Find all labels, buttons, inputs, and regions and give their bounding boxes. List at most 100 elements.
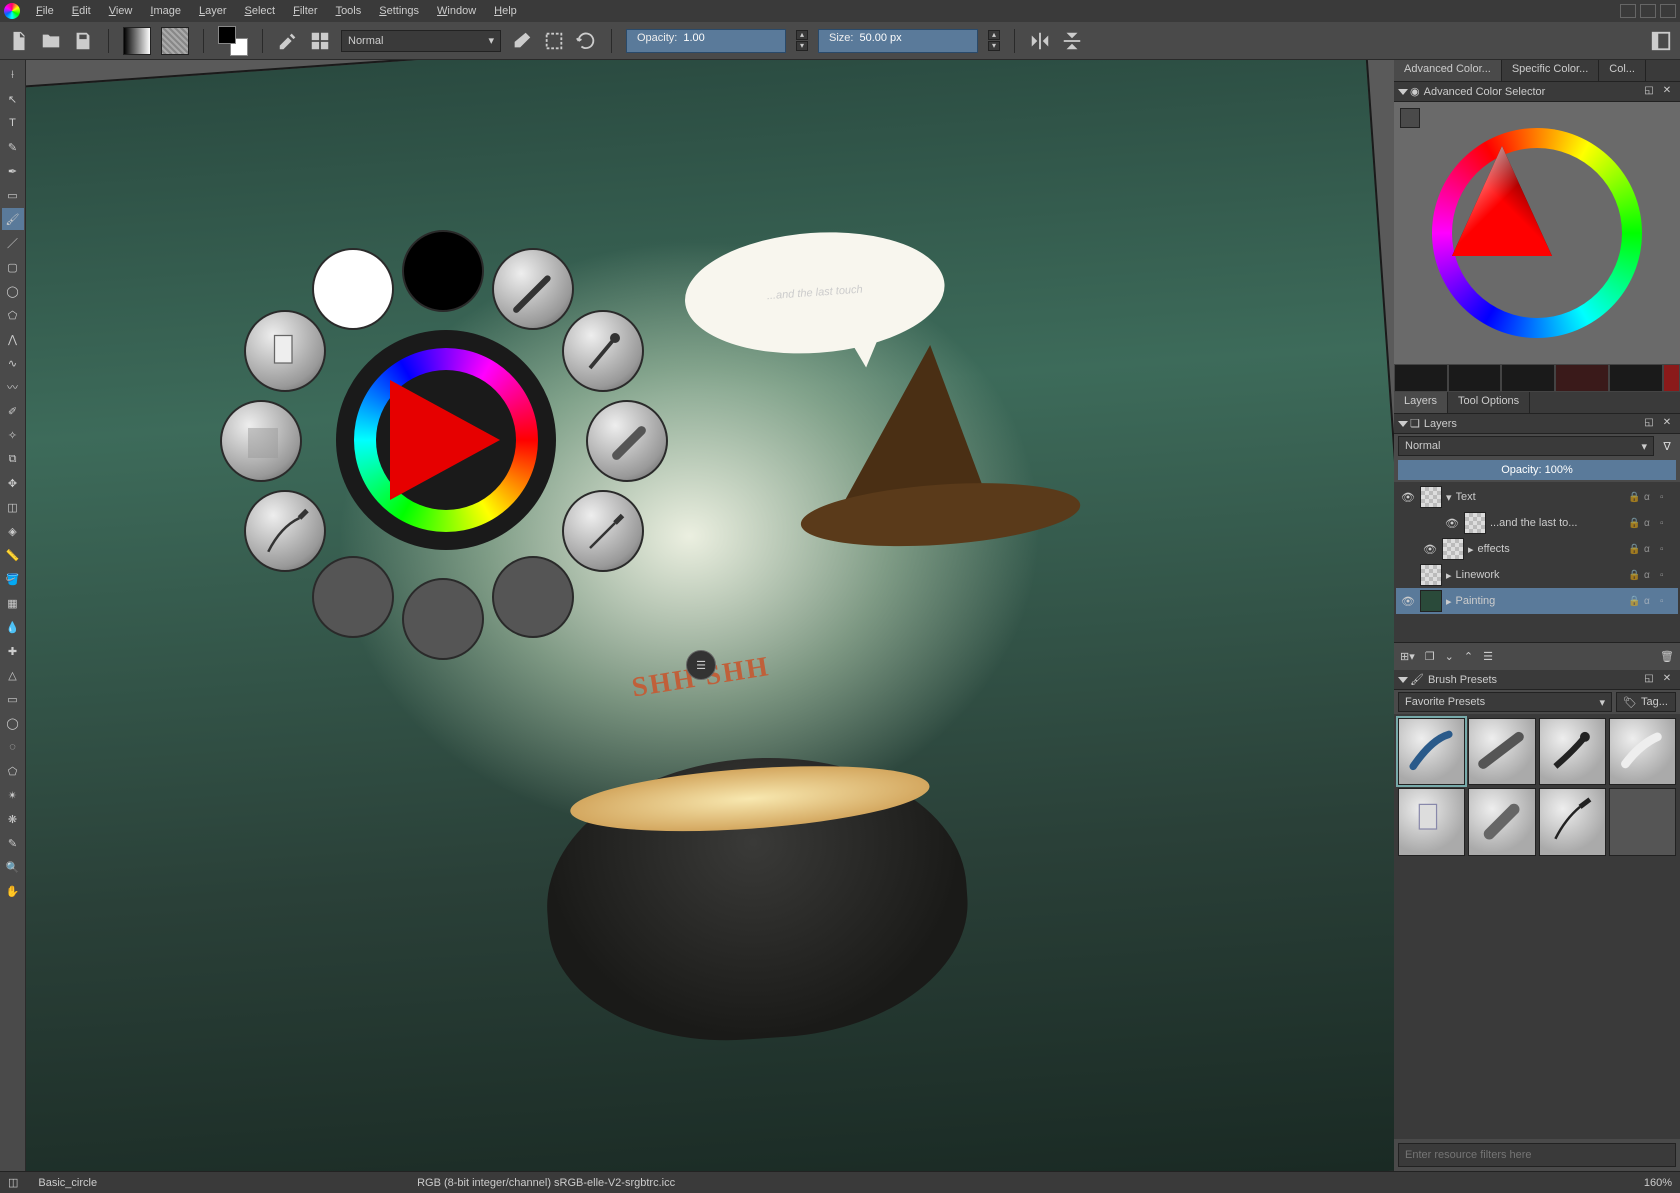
window-close-icon[interactable]: [1660, 4, 1676, 18]
popup-brush-slot-10[interactable]: [244, 310, 326, 392]
brush-presets-grid-icon[interactable]: [309, 30, 331, 52]
free-transform-tool[interactable]: ◫: [2, 496, 24, 518]
brush-preset[interactable]: [1398, 788, 1465, 855]
contiguous-select-tool[interactable]: ✴: [2, 784, 24, 806]
pattern-preset-icon[interactable]: [161, 27, 189, 55]
text-tool[interactable]: T: [2, 112, 24, 134]
popup-brush-slot-4[interactable]: [562, 490, 644, 572]
opacity-slider[interactable]: Opacity: 1.00: [626, 29, 786, 53]
mirror-vertical-icon[interactable]: [1061, 30, 1083, 52]
visibility-icon[interactable]: 👁: [1400, 489, 1416, 505]
popup-brush-slot-0[interactable]: [402, 230, 484, 312]
menu-tools[interactable]: Tools: [328, 3, 370, 19]
layer-row[interactable]: 👁 ▸ Painting 🔒α▫: [1396, 588, 1678, 614]
color-swatches[interactable]: [218, 26, 248, 56]
group-expand-icon[interactable]: ▸: [1446, 595, 1452, 608]
layer-name[interactable]: effects: [1478, 543, 1624, 555]
close-docker-icon[interactable]: ✕: [1660, 673, 1674, 687]
brush-preset[interactable]: [1468, 718, 1535, 785]
tab-layers[interactable]: Layers: [1394, 392, 1448, 413]
zoom-tool[interactable]: 🔍: [2, 856, 24, 878]
polygonal-select-tool[interactable]: ⬠: [2, 760, 24, 782]
close-docker-icon[interactable]: ✕: [1660, 417, 1674, 431]
menu-image[interactable]: Image: [142, 3, 189, 19]
visibility-icon[interactable]: 👁: [1422, 541, 1438, 557]
dynamic-brush-tool[interactable]: ✐: [2, 400, 24, 422]
alpha-inherit-icon[interactable]: α: [1644, 492, 1658, 503]
menu-edit[interactable]: Edit: [64, 3, 99, 19]
measure-tool[interactable]: 📏: [2, 544, 24, 566]
layer-name[interactable]: Text: [1456, 491, 1624, 503]
popup-brush-slot-6[interactable]: [402, 578, 484, 660]
move-layer-tool[interactable]: ✥: [2, 472, 24, 494]
size-spinner[interactable]: ▴▾: [988, 30, 1000, 51]
collapse-toggle-icon[interactable]: [1398, 89, 1408, 95]
popup-brush-slot-3[interactable]: [586, 400, 668, 482]
multibrush-tool[interactable]: ✧: [2, 424, 24, 446]
freehand-select-tool[interactable]: ◌: [2, 736, 24, 758]
save-file-icon[interactable]: [72, 30, 94, 52]
status-zoom[interactable]: 160%: [1644, 1177, 1672, 1189]
tab-tool-options[interactable]: Tool Options: [1448, 392, 1530, 413]
color-selector-options-icon[interactable]: [1400, 108, 1420, 128]
canvas-area[interactable]: ...and the last touch SHH SHH ☰: [26, 60, 1394, 1171]
popup-brush-slot-7[interactable]: [312, 556, 394, 638]
selection-mask-icon[interactable]: ◫: [8, 1176, 18, 1189]
popup-brush-slot-2[interactable]: [562, 310, 644, 392]
float-docker-icon[interactable]: ◱: [1642, 673, 1656, 687]
tab-advanced-color[interactable]: Advanced Color...: [1394, 60, 1502, 81]
color-selector[interactable]: [1394, 102, 1680, 364]
menu-filter[interactable]: Filter: [285, 3, 325, 19]
layer-name[interactable]: Linework: [1456, 569, 1624, 581]
alpha-lock-icon[interactable]: [543, 30, 565, 52]
calligraphy-tool[interactable]: ✒: [2, 160, 24, 182]
polyline-tool[interactable]: ⋀: [2, 328, 24, 350]
fill-tool[interactable]: 🪣: [2, 568, 24, 590]
layer-properties-icon[interactable]: ☰: [1483, 650, 1493, 663]
smart-patch-tool[interactable]: ✚: [2, 640, 24, 662]
mirror-horizontal-icon[interactable]: [1029, 30, 1051, 52]
duplicate-layer-icon[interactable]: ❐: [1425, 650, 1435, 663]
bezier-tool[interactable]: ∿: [2, 352, 24, 374]
visibility-icon[interactable]: 👁: [1444, 515, 1460, 531]
rectangle-tool[interactable]: ▢: [2, 256, 24, 278]
window-maximize-icon[interactable]: [1640, 4, 1656, 18]
edit-shapes-tool[interactable]: ✎: [2, 136, 24, 158]
move-tool[interactable]: ↖: [2, 88, 24, 110]
tab-specific-color[interactable]: Specific Color...: [1502, 60, 1599, 81]
move-layer-up-icon[interactable]: ⌃: [1464, 650, 1473, 663]
opacity-spinner[interactable]: ▴▾: [796, 30, 808, 51]
move-layer-down-icon[interactable]: ⌄: [1445, 650, 1454, 663]
similar-select-tool[interactable]: ❋: [2, 808, 24, 830]
menu-settings[interactable]: Settings: [371, 3, 427, 19]
tab-color-extra[interactable]: Col...: [1599, 60, 1646, 81]
bezier-select-tool[interactable]: ✎: [2, 832, 24, 854]
color-history[interactable]: [1394, 364, 1680, 392]
popup-palette[interactable]: ☰: [226, 230, 666, 670]
menu-file[interactable]: File: [28, 3, 62, 19]
brush-tag-button[interactable]: 🏷 Tag...: [1616, 692, 1676, 712]
popup-brush-slot-9[interactable]: [220, 400, 302, 482]
freehand-path-tool[interactable]: 〰: [2, 376, 24, 398]
window-minimize-icon[interactable]: [1620, 4, 1636, 18]
menu-layer[interactable]: Layer: [191, 3, 235, 19]
layer-name[interactable]: Painting: [1456, 595, 1624, 607]
new-file-icon[interactable]: [8, 30, 30, 52]
brush-preset[interactable]: [1468, 788, 1535, 855]
layer-filter-icon[interactable]: ∇: [1658, 437, 1676, 455]
rect-select-tool[interactable]: ▭: [2, 688, 24, 710]
close-docker-icon[interactable]: ✕: [1660, 85, 1674, 99]
collapse-toggle-icon[interactable]: [1398, 421, 1408, 427]
popup-brush-slot-11[interactable]: [312, 248, 394, 330]
gradient-preset-icon[interactable]: [123, 27, 151, 55]
open-file-icon[interactable]: [40, 30, 62, 52]
brush-category-select[interactable]: Favorite Presets ▾: [1398, 692, 1612, 712]
brush-tool[interactable]: 🖌: [2, 208, 24, 230]
layer-row[interactable]: 👁 ▸ effects 🔒α▫: [1396, 536, 1678, 562]
brush-preset[interactable]: [1539, 788, 1606, 855]
pin-handle-icon[interactable]: ⟊: [2, 64, 24, 86]
popup-tags-icon[interactable]: ☰: [686, 650, 716, 680]
add-layer-icon[interactable]: ⊞▾: [1400, 650, 1415, 663]
float-docker-icon[interactable]: ◱: [1642, 85, 1656, 99]
popup-brush-slot-5[interactable]: [492, 556, 574, 638]
